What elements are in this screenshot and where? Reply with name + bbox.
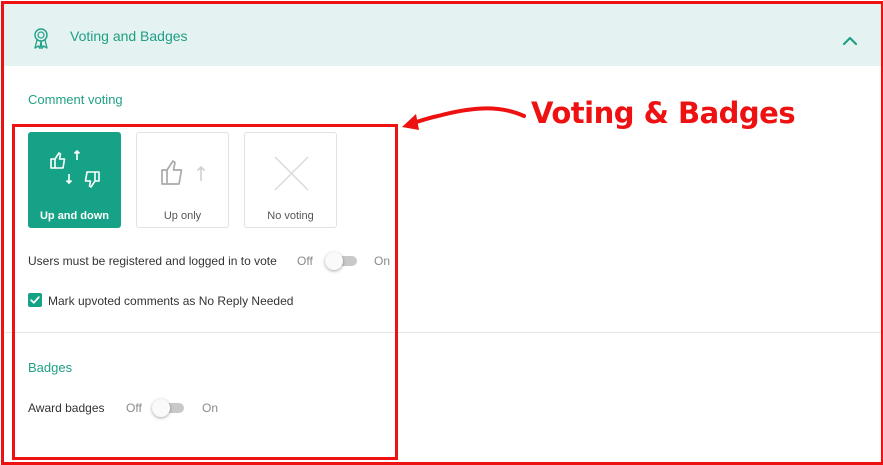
annotation-label: Voting & Badges: [531, 96, 796, 130]
comment-voting-heading: Comment voting: [28, 92, 123, 107]
annotation-arrow-icon: [402, 106, 526, 130]
annotation-inner-frame: [12, 124, 398, 460]
